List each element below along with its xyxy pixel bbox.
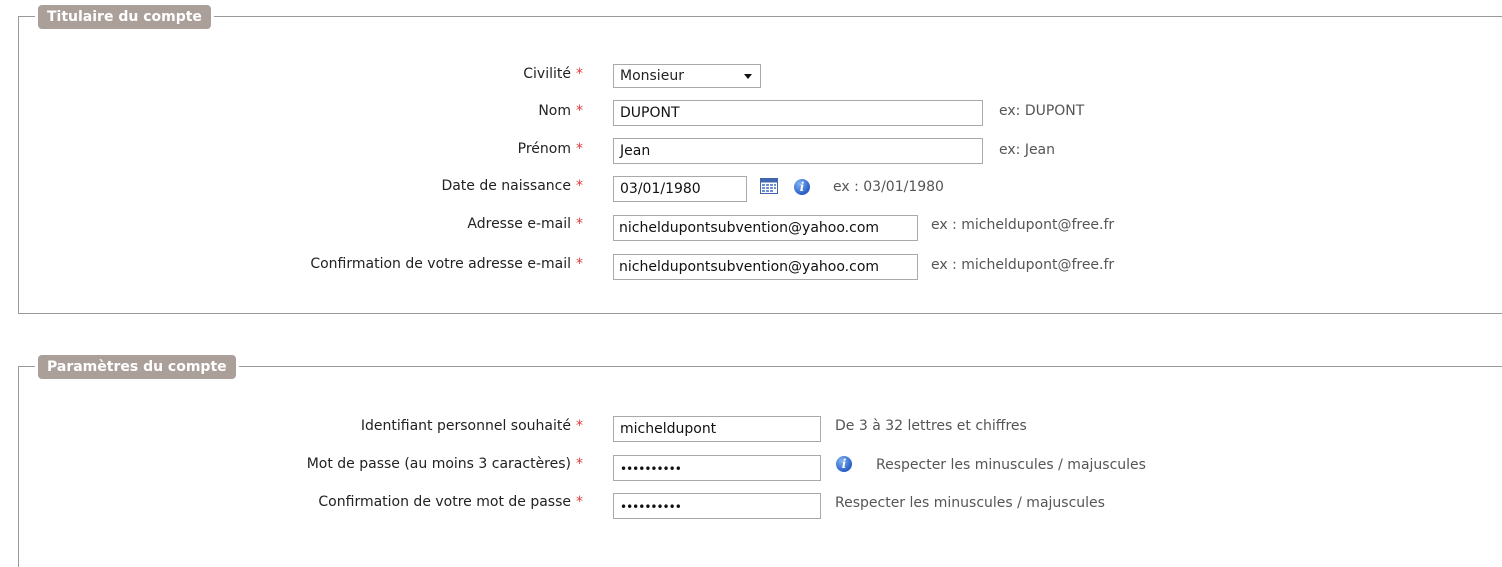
nom-input[interactable]: DUPONT — [613, 100, 983, 126]
prenom-hint: ex: Jean — [999, 142, 1056, 158]
password-confirm-hint: Respecter les minuscules / majuscules — [835, 495, 1105, 511]
password-confirm-label: Confirmation de votre mot de passe * — [318, 494, 583, 510]
civilite-select[interactable]: Monsieur — [613, 64, 761, 88]
civilite-label: Civilité * — [523, 66, 583, 82]
email-label: Adresse e-mail * — [467, 216, 583, 232]
username-label: Identifiant personnel souhaité * — [360, 418, 583, 434]
date-naissance-input[interactable]: 03/01/1980 — [613, 176, 747, 202]
account-holder-legend: Titulaire du compte — [38, 5, 211, 29]
info-icon[interactable]: i — [794, 179, 810, 195]
prenom-label: Prénom * — [517, 141, 583, 157]
nom-hint: ex: DUPONT — [999, 103, 1085, 119]
nom-label: Nom * — [538, 103, 583, 119]
email-confirm-label: Confirmation de votre adresse e-mail * — [310, 256, 583, 272]
email-input[interactable]: nicheldupontsubvention@yahoo.com — [613, 215, 918, 241]
password-input[interactable]: •••••••••• — [613, 455, 821, 481]
username-hint: De 3 à 32 lettres et chiffres — [835, 418, 1027, 434]
password-hint: Respecter les minuscules / majuscules — [876, 457, 1146, 473]
username-input[interactable]: micheldupont — [613, 416, 821, 442]
account-settings-legend: Paramètres du compte — [38, 355, 236, 379]
password-confirm-input[interactable]: •••••••••• — [613, 493, 821, 519]
calendar-icon[interactable] — [760, 178, 778, 194]
date-naissance-label: Date de naissance * — [441, 178, 583, 194]
date-naissance-hint: ex : 03/01/1980 — [833, 179, 944, 195]
prenom-input[interactable]: Jean — [613, 138, 983, 164]
chevron-down-icon — [744, 74, 752, 79]
email-confirm-hint: ex : micheldupont@free.fr — [931, 257, 1115, 273]
info-icon[interactable]: i — [836, 456, 852, 472]
email-hint: ex : micheldupont@free.fr — [931, 217, 1115, 233]
email-confirm-input[interactable]: nicheldupontsubvention@yahoo.com — [613, 254, 918, 280]
password-label: Mot de passe (au moins 3 caractères) * — [306, 456, 583, 472]
